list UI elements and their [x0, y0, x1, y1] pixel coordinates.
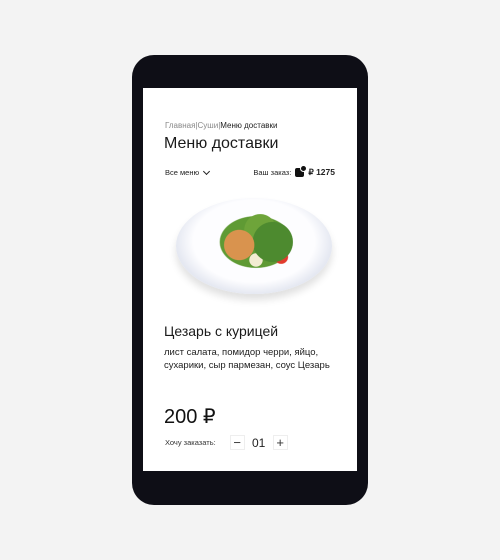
quantity-value[interactable]: 01: [245, 436, 273, 450]
order-label: Ваш заказ:: [253, 168, 292, 177]
order-summary[interactable]: Ваш заказ: ₽ 1275: [253, 165, 335, 178]
product-name: Цезарь с курицей: [164, 323, 279, 339]
product-image: [176, 198, 332, 294]
product-price: 200 ₽: [164, 406, 216, 428]
breadcrumb-sushi[interactable]: Суши: [198, 121, 219, 130]
breadcrumb-current: Меню доставки: [220, 121, 278, 130]
decrease-button[interactable]: −: [229, 435, 245, 450]
menu-dropdown[interactable]: Все меню: [165, 167, 211, 177]
order-total: ₽ 1275: [308, 167, 335, 177]
chevron-down-icon: [203, 167, 211, 175]
salad-image: [214, 212, 298, 272]
quantity-stepper: Хочу заказать: − 01 +: [165, 435, 288, 450]
cart-icon: [295, 165, 308, 177]
breadcrumb: Главная|Суши|Меню доставки: [165, 121, 278, 130]
screen: Главная|Суши|Меню доставки Меню доставки…: [143, 88, 357, 471]
page-title: Меню доставки: [164, 135, 279, 152]
menu-dropdown-label: Все меню: [165, 168, 200, 177]
product-description: лист салата, помидор черри, яйцо, сухари…: [164, 347, 330, 371]
quantity-label: Хочу заказать:: [165, 438, 216, 447]
breadcrumb-home[interactable]: Главная: [165, 121, 195, 130]
increase-button[interactable]: +: [272, 435, 288, 450]
